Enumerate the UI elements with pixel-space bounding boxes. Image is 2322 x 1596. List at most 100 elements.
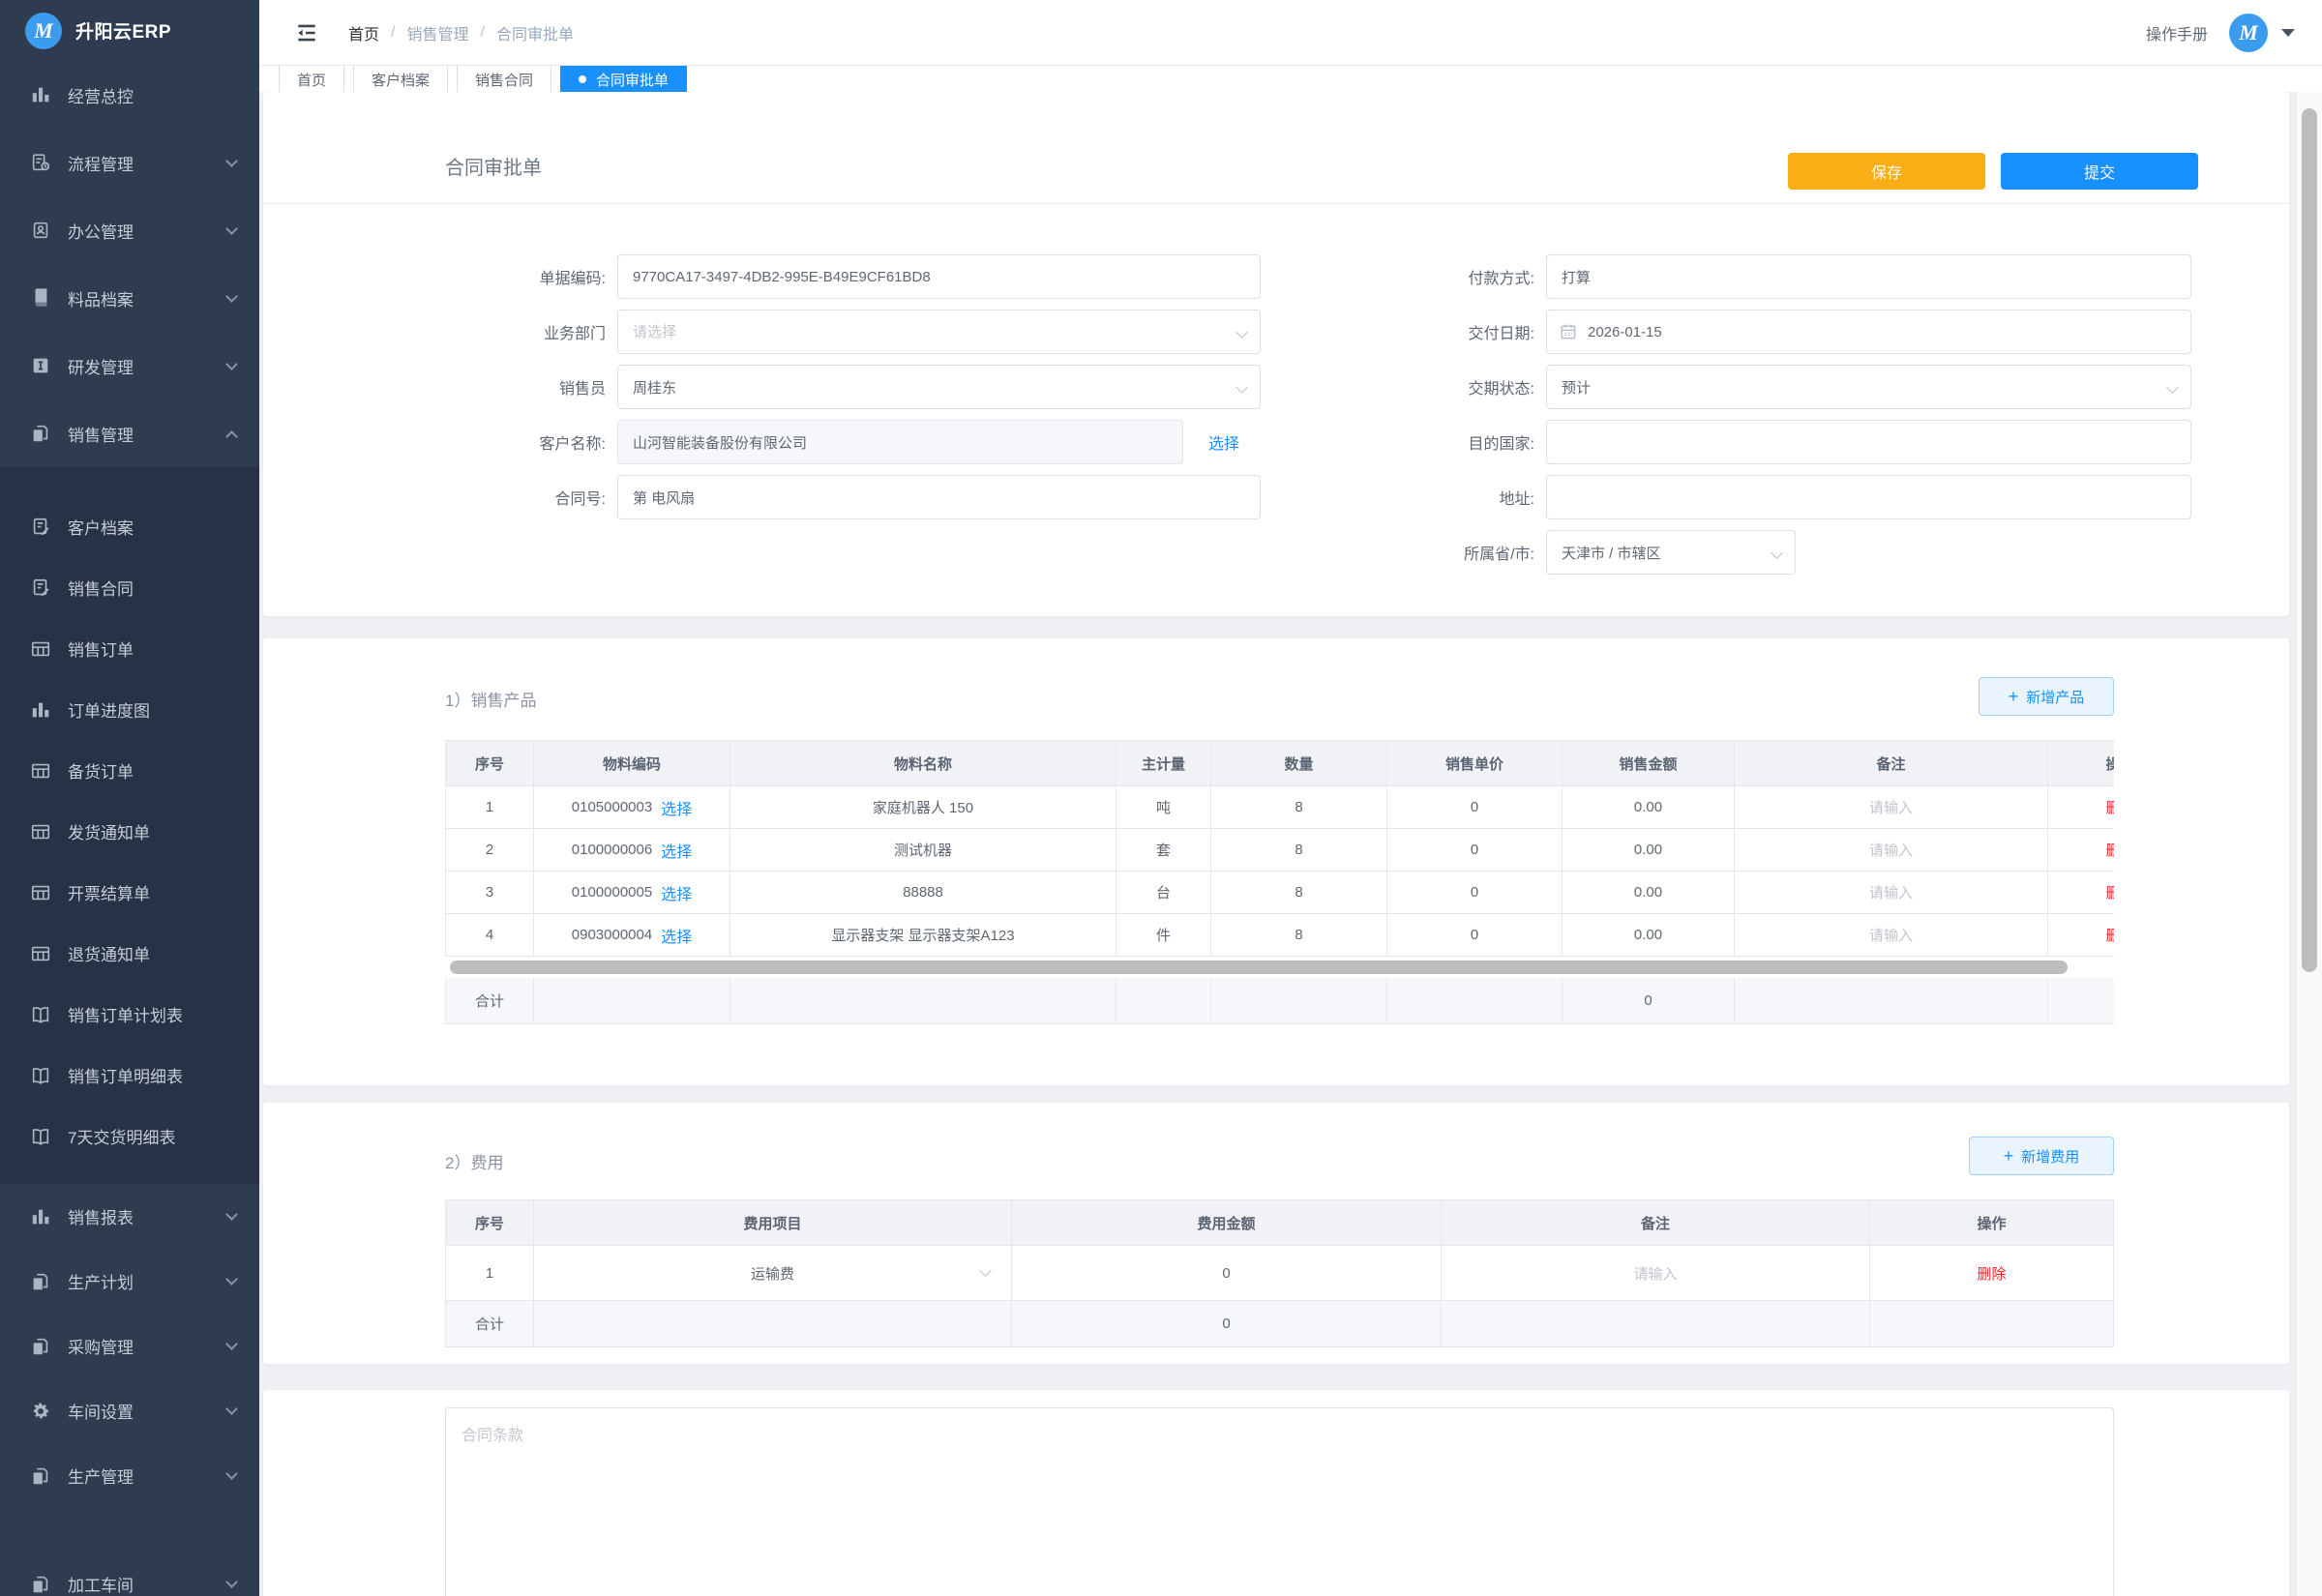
collapse-sidebar-icon[interactable] [294, 20, 319, 45]
cell-actions: 删除 [2048, 829, 2114, 871]
payment-input[interactable] [1546, 254, 2191, 299]
sidebar-item-stock-order[interactable]: 备货订单 [0, 740, 259, 801]
main-area: 首页 / 销售管理 / 合同审批单 操作手册 M 首页 客户档案 销售合同 合同… [259, 0, 2322, 1596]
col-actions: 操作 [2048, 741, 2114, 785]
sidebar-item-purchasing[interactable]: 采购管理 [0, 1314, 259, 1378]
cell-amount: 0.00 [1563, 786, 1735, 828]
sidebar-item-sales-order[interactable]: 销售订单 [0, 618, 259, 679]
sidebar-item-production-plan[interactable]: 生产计划 [0, 1249, 259, 1314]
pages-icon [29, 1573, 52, 1596]
cell-note[interactable]: 请输入 [1442, 1246, 1870, 1300]
plus-icon: + [2004, 1147, 2014, 1165]
manual-link[interactable]: 操作手册 [2146, 21, 2208, 44]
doc-code-input[interactable] [617, 254, 1261, 299]
sidebar-item-return-notice[interactable]: 退货通知单 [0, 923, 259, 984]
sidebar-item-order-plan-table[interactable]: 销售订单计划表 [0, 984, 259, 1045]
sidebar-item-sales-report[interactable]: 销售报表 [0, 1184, 259, 1249]
empty-cell [1211, 978, 1387, 1023]
page-title: 合同审批单 [445, 152, 542, 180]
sidebar-item-order-detail-table[interactable]: 销售订单明细表 [0, 1045, 259, 1106]
fee-item-select[interactable]: 运输费 [534, 1246, 1012, 1300]
cell-qty[interactable]: 8 [1211, 914, 1387, 956]
delivery-status-input-text[interactable] [1547, 366, 2190, 408]
submit-button[interactable]: 提交 [2001, 153, 2198, 190]
cell-note[interactable]: 请输入 [1735, 872, 2048, 913]
sidebar-item-production-mgmt[interactable]: 生产管理 [0, 1443, 259, 1508]
cell-price[interactable]: 0 [1387, 829, 1563, 871]
doc-code-input-text[interactable] [618, 255, 1260, 298]
field-label: 付款方式: [1333, 265, 1546, 288]
contract-no-input-text[interactable] [618, 476, 1260, 518]
customer-select-link[interactable]: 选择 [1208, 430, 1239, 454]
sidebar-item-workshop[interactable]: 加工车间 [0, 1552, 259, 1596]
delete-row-link[interactable]: 删除 [2105, 925, 2114, 945]
cell-note[interactable]: 请输入 [1735, 786, 2048, 828]
department-select[interactable] [617, 310, 1261, 354]
select-material-link[interactable]: 选择 [661, 796, 692, 819]
delivery-status-select[interactable] [1546, 365, 2191, 409]
sidebar-item-rnd[interactable]: 研发管理 [0, 332, 259, 399]
horizontal-scrollbar-thumb[interactable] [450, 961, 2068, 974]
province-select[interactable] [1546, 530, 1796, 575]
breadcrumb-home[interactable]: 首页 [348, 21, 379, 44]
select-material-link[interactable]: 选择 [661, 839, 692, 862]
cell-material-name: 测试机器 [730, 829, 1116, 871]
vertical-scrollbar-thumb[interactable] [2302, 108, 2317, 972]
table-icon [29, 820, 52, 843]
cell-price[interactable]: 0 [1387, 872, 1563, 913]
cell-note[interactable]: 请输入 [1735, 914, 2048, 956]
contract-no-input[interactable] [617, 475, 1261, 519]
cell-note[interactable]: 请输入 [1735, 829, 2048, 871]
cell-price[interactable]: 0 [1387, 914, 1563, 956]
dest-country-input[interactable] [1546, 420, 2191, 464]
app-title: 升阳云ERP [75, 17, 171, 44]
doc-code-field: 单据编码: [404, 254, 1261, 299]
sidebar-item-order-progress[interactable]: 订单进度图 [0, 679, 259, 740]
address-input-text[interactable] [1547, 476, 2190, 518]
sidebar-item-process-mgmt[interactable]: 流程管理 [0, 129, 259, 196]
save-button[interactable]: 保存 [1788, 153, 1985, 190]
sidebar-item-shipping-notice[interactable]: 发货通知单 [0, 801, 259, 862]
logo: M 升阳云ERP [0, 0, 259, 61]
delete-row-link[interactable]: 删除 [2105, 840, 2114, 860]
cell-material-name: 显示器支架 显示器支架A123 [730, 914, 1116, 956]
delivery-date-picker[interactable] [1546, 310, 2191, 354]
add-fee-button[interactable]: + 新增费用 [1969, 1137, 2114, 1175]
sidebar-item-7day-delivery[interactable]: 7天交货明细表 [0, 1106, 259, 1167]
delete-row-link[interactable]: 删除 [2105, 882, 2114, 902]
province-input-text[interactable] [1547, 531, 1795, 574]
salesman-input-text[interactable] [618, 366, 1260, 408]
sidebar-item-customer-files[interactable]: 客户档案 [0, 496, 259, 557]
caret-down-icon[interactable] [2281, 29, 2295, 37]
cell-qty[interactable]: 8 [1211, 786, 1387, 828]
field-label: 目的国家: [1333, 430, 1546, 454]
select-material-link[interactable]: 选择 [661, 924, 692, 947]
delete-row-link[interactable]: 删除 [2105, 797, 2114, 817]
add-product-button[interactable]: + 新增产品 [1979, 677, 2114, 716]
sidebar-item-sales-contract[interactable]: 销售合同 [0, 557, 259, 618]
delivery-date-input-text[interactable] [1578, 310, 2190, 353]
sidebar-item-materials[interactable]: 料品档案 [0, 264, 259, 332]
sidebar-item-office-mgmt[interactable]: 办公管理 [0, 196, 259, 264]
cell-fee-amount[interactable]: 0 [1012, 1246, 1442, 1300]
sidebar-item-sales-mgmt[interactable]: 销售管理 [0, 399, 259, 467]
address-input[interactable] [1546, 475, 2191, 519]
table-icon [29, 942, 52, 965]
delete-row-link[interactable]: 删除 [1977, 1263, 2006, 1284]
avatar[interactable]: M [2229, 14, 2268, 52]
breadcrumb-sales-mgmt[interactable]: 销售管理 [406, 21, 468, 44]
department-input-text[interactable] [618, 310, 1260, 353]
sidebar-item-invoice-settlement[interactable]: 开票结算单 [0, 862, 259, 923]
contract-terms-textarea[interactable] [446, 1408, 2113, 1596]
cell-qty[interactable]: 8 [1211, 872, 1387, 913]
dest-country-input-text[interactable] [1547, 421, 2190, 463]
select-material-link[interactable]: 选择 [661, 881, 692, 904]
cell-qty[interactable]: 8 [1211, 829, 1387, 871]
table-row: 1 运输费 0 请输入 删除 [445, 1246, 2114, 1301]
cell-unit: 件 [1116, 914, 1211, 956]
salesman-select[interactable] [617, 365, 1261, 409]
sidebar-item-dashboard[interactable]: 经营总控 [0, 61, 259, 129]
sidebar-item-workshop-settings[interactable]: 车间设置 [0, 1378, 259, 1443]
payment-input-text[interactable] [1547, 255, 2190, 298]
cell-price[interactable]: 0 [1387, 786, 1563, 828]
